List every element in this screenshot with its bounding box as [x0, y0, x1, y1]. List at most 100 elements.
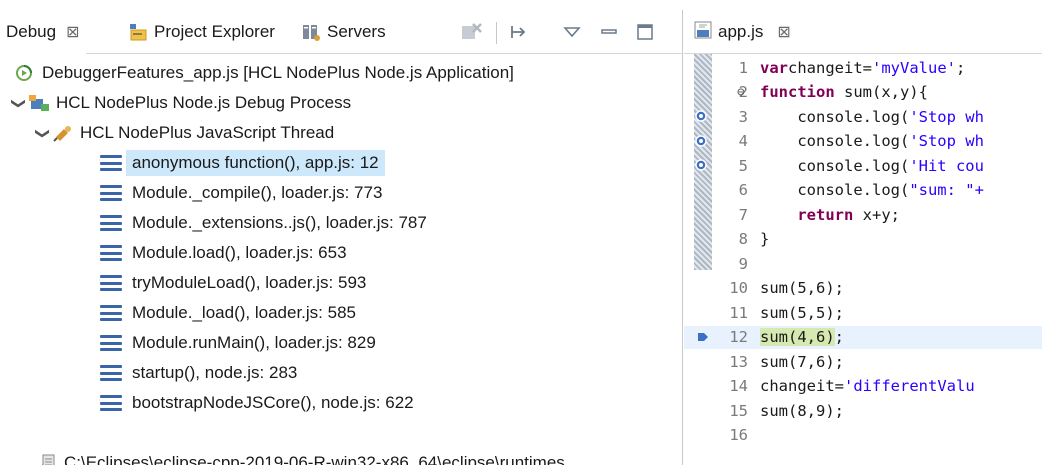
stack-frame-icon — [100, 185, 122, 201]
code-token: changeit= — [788, 58, 872, 77]
tab-debug[interactable]: Debug ⊠ — [0, 10, 86, 54]
project-explorer-icon — [128, 22, 148, 42]
stack-frame[interactable]: startup(), node.js: 283 — [100, 358, 297, 388]
code-token: } — [760, 230, 770, 248]
code-line[interactable]: 6 console.log("sum: "+ — [684, 179, 1042, 202]
minimize-icon[interactable] — [598, 20, 620, 44]
breakpoint-icon[interactable] — [694, 158, 708, 172]
code-line[interactable]: 8} — [684, 228, 1042, 251]
code-line[interactable]: 5 console.log('Hit cou — [684, 154, 1042, 177]
stack-frame-label: Module.runMain(), loader.js: 829 — [132, 333, 376, 352]
debug-view: Debug ⊠ Project Explorer Servers Debugge… — [0, 10, 683, 465]
code-line[interactable]: 1 varchangeit='myValue'; — [684, 56, 1042, 79]
code-line[interactable]: 9 — [684, 252, 1042, 275]
tree-launch[interactable]: DebuggerFeatures_app.js [HCL NodePlus No… — [14, 58, 514, 88]
debug-view-tabbar: Debug ⊠ Project Explorer Servers — [0, 10, 682, 54]
code-text: changeit='differentValu — [760, 377, 975, 395]
line-number: 14 — [729, 377, 748, 395]
line-number: 10 — [729, 279, 748, 297]
tree-process[interactable]: ❯ HCL NodePlus Node.js Debug Process — [10, 88, 352, 118]
code-token: var — [760, 58, 788, 77]
line-number: 8 — [738, 230, 748, 248]
code-text: sum(5,6); — [760, 279, 844, 297]
line-number: 12 — [729, 328, 748, 346]
line-number: 5 — [738, 156, 748, 175]
tree-process-label: HCL NodePlus Node.js Debug Process — [56, 93, 352, 112]
tab-project-explorer[interactable]: Project Explorer — [122, 10, 281, 54]
code-text: } — [760, 230, 769, 248]
line-number: 3 — [738, 107, 748, 126]
stack-frame-icon — [100, 215, 122, 231]
line-number: 4 — [738, 132, 748, 150]
tab-servers[interactable]: Servers — [295, 10, 392, 54]
fold-icon[interactable]: ⊖ — [737, 85, 745, 100]
code-line[interactable]: 7 return x+y; — [684, 203, 1042, 226]
line-number: 15 — [729, 401, 748, 420]
stack-frame-label: Module._load(), loader.js: 585 — [132, 303, 356, 322]
stack-frame[interactable]: tryModuleLoad(), loader.js: 593 — [100, 268, 366, 298]
runtime-icon — [36, 453, 58, 465]
code-line[interactable]: 11 sum(5,5); — [684, 301, 1042, 324]
stack-frame-label: startup(), node.js: 283 — [132, 363, 298, 382]
stack-frame-icon — [100, 305, 122, 321]
code-text: sum(7,6); — [760, 353, 844, 371]
view-menu-icon[interactable] — [560, 20, 584, 44]
tab-app-js[interactable]: app.js ⊠ — [694, 10, 791, 54]
code-text: function sum(x,y){ — [760, 83, 928, 101]
line-number: 13 — [729, 352, 748, 371]
debug-process-icon — [28, 93, 50, 113]
remove-terminated-icon[interactable] — [458, 20, 484, 44]
close-icon[interactable]: ⊠ — [777, 22, 790, 42]
code-line[interactable]: 4 console.log('Stop wh — [684, 130, 1042, 153]
line-number: 11 — [729, 303, 748, 322]
code-line[interactable]: 2 ⊖ function sum(x,y){ — [684, 81, 1042, 104]
instruction-pointer-icon — [696, 330, 710, 344]
code-text: console.log('Stop wh — [760, 108, 984, 126]
close-icon[interactable]: ⊠ — [66, 22, 79, 42]
code-text: sum(4,6); — [760, 328, 844, 346]
code-line[interactable]: 16 — [684, 424, 1042, 447]
breakpoint-icon[interactable] — [694, 109, 708, 123]
code-line[interactable]: 10 sum(5,6); — [684, 277, 1042, 300]
stack-frame-label: Module._compile(), loader.js: 773 — [132, 183, 383, 202]
stack-frame[interactable]: bootstrapNodeJSCore(), node.js: 622 — [100, 388, 414, 418]
line-number: 1 — [738, 58, 748, 77]
stack-frame-label: tryModuleLoad(), loader.js: 593 — [132, 273, 367, 292]
code-token: "sum: "+ — [909, 181, 984, 199]
code-line[interactable]: 13 sum(7,6); — [684, 350, 1042, 373]
code-line[interactable]: 14 changeit='differentValu — [684, 375, 1042, 398]
maximize-icon[interactable] — [634, 20, 656, 44]
code-editor[interactable]: 1 varchangeit='myValue'; 2 ⊖ function sum(x,… — [684, 54, 1042, 465]
code-token: 'Stop wh — [909, 107, 984, 126]
code-text: console.log("sum: "+ — [760, 181, 984, 199]
code-token: console.log( — [760, 156, 910, 175]
stack-frame-label: Module.load(), loader.js: 653 — [132, 243, 347, 262]
tree-thread[interactable]: ❯ HCL NodePlus JavaScript Thread — [34, 118, 335, 148]
stack-frame[interactable]: Module.load(), loader.js: 653 — [100, 238, 347, 268]
stack-frame[interactable]: Module._load(), loader.js: 585 — [100, 298, 356, 328]
toolbar-separator — [496, 22, 497, 44]
code-token: x+y; — [853, 205, 900, 224]
chevron-down-icon[interactable]: ❯ — [35, 124, 52, 142]
code-token: 'differentValu — [844, 377, 975, 395]
code-line[interactable]: 12 sum(4,6); — [684, 325, 1042, 349]
stack-frame[interactable]: Module._compile(), loader.js: 773 — [100, 178, 382, 208]
code-line[interactable]: 15 sum(8,9); — [684, 399, 1042, 422]
step-filter-icon[interactable] — [508, 20, 532, 44]
code-token: ; — [834, 328, 844, 346]
breakpoint-icon[interactable] — [694, 134, 708, 148]
code-token: ; — [956, 58, 966, 77]
code-token: sum(5,6); — [760, 279, 844, 297]
tree-runtime-path[interactable]: C:\Eclipses\eclipse-cpp-2019-06-R-win32-… — [36, 448, 565, 465]
stack-frame-label: anonymous function(), app.js: 12 — [126, 150, 385, 176]
code-token: sum(x,y){ — [834, 83, 928, 101]
tree-launch-label: DebuggerFeatures_app.js [HCL NodePlus No… — [42, 63, 514, 82]
stack-frame[interactable]: anonymous function(), app.js: 12 — [100, 148, 385, 178]
stack-frame[interactable]: Module.runMain(), loader.js: 829 — [100, 328, 376, 358]
js-file-icon — [694, 21, 712, 44]
chevron-down-icon[interactable]: ❯ — [11, 94, 28, 112]
stack-frame[interactable]: Module._extensions..js(), loader.js: 787 — [100, 208, 427, 238]
code-text: console.log('Hit cou — [760, 157, 984, 175]
stack-frame-label: bootstrapNodeJSCore(), node.js: 622 — [132, 393, 414, 412]
code-line[interactable]: 3 console.log('Stop wh — [684, 105, 1042, 128]
